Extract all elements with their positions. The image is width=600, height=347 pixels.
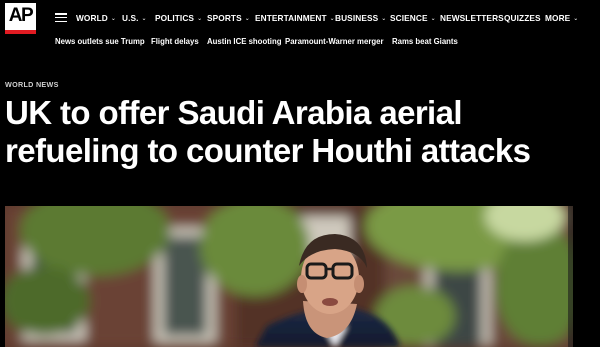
nav-item-newsletters[interactable]: NEWSLETTERS xyxy=(440,13,504,23)
headline-line-1: UK to offer Saudi Arabia aerial xyxy=(5,94,463,131)
nav-item-politics[interactable]: POLITICS ⌄ xyxy=(155,13,202,23)
trending-link[interactable]: News outlets sue Trump xyxy=(55,37,145,46)
nav-item-sports[interactable]: SPORTS ⌄ xyxy=(207,13,250,23)
hamburger-icon[interactable] xyxy=(55,13,67,23)
ap-logo[interactable]: AP xyxy=(5,3,36,34)
news-photo-icon xyxy=(5,206,573,347)
nav-item-business[interactable]: BUSINESS ⌄ xyxy=(335,13,386,23)
nav-item-us[interactable]: U.S. ⌄ xyxy=(122,13,147,23)
headline-line-2: refueling to counter Houthi attacks xyxy=(5,132,531,169)
chevron-down-icon: ⌄ xyxy=(573,16,579,22)
chevron-down-icon: ⌄ xyxy=(110,16,116,22)
trending-link[interactable]: Paramount-Warner merger xyxy=(285,37,384,46)
nav-item-quizzes[interactable]: QUIZZES xyxy=(504,13,541,23)
section-label[interactable]: WORLD NEWS xyxy=(5,80,59,89)
article-headline: UK to offer Saudi Arabia aerial refuelin… xyxy=(5,94,595,170)
chevron-down-icon: ⌄ xyxy=(244,16,250,22)
top-navigation-bar: AP WORLD ⌄ U.S. ⌄ POLITICS ⌄ SPORTS ⌄ ENTERT… xyxy=(0,0,600,54)
hero-image[interactable] xyxy=(5,206,573,347)
trending-link[interactable]: Flight delays xyxy=(151,37,199,46)
nav-item-science[interactable]: SCIENCE ⌄ xyxy=(390,13,436,23)
chevron-down-icon: ⌄ xyxy=(381,16,387,22)
right-gutter xyxy=(573,206,600,347)
nav-item-entertainment[interactable]: ENTERTAINMENT ⌄ xyxy=(255,13,335,23)
chevron-down-icon: ⌄ xyxy=(197,16,203,22)
nav-item-more[interactable]: MORE ⌄ xyxy=(545,13,578,23)
logo-text: AP xyxy=(8,5,34,26)
trending-link[interactable]: Austin ICE shooting xyxy=(207,37,282,46)
chevron-down-icon: ⌄ xyxy=(430,16,436,22)
nav-item-world[interactable]: WORLD ⌄ xyxy=(76,13,116,23)
trending-link[interactable]: Rams beat Giants xyxy=(392,37,458,46)
chevron-down-icon: ⌄ xyxy=(141,16,147,22)
